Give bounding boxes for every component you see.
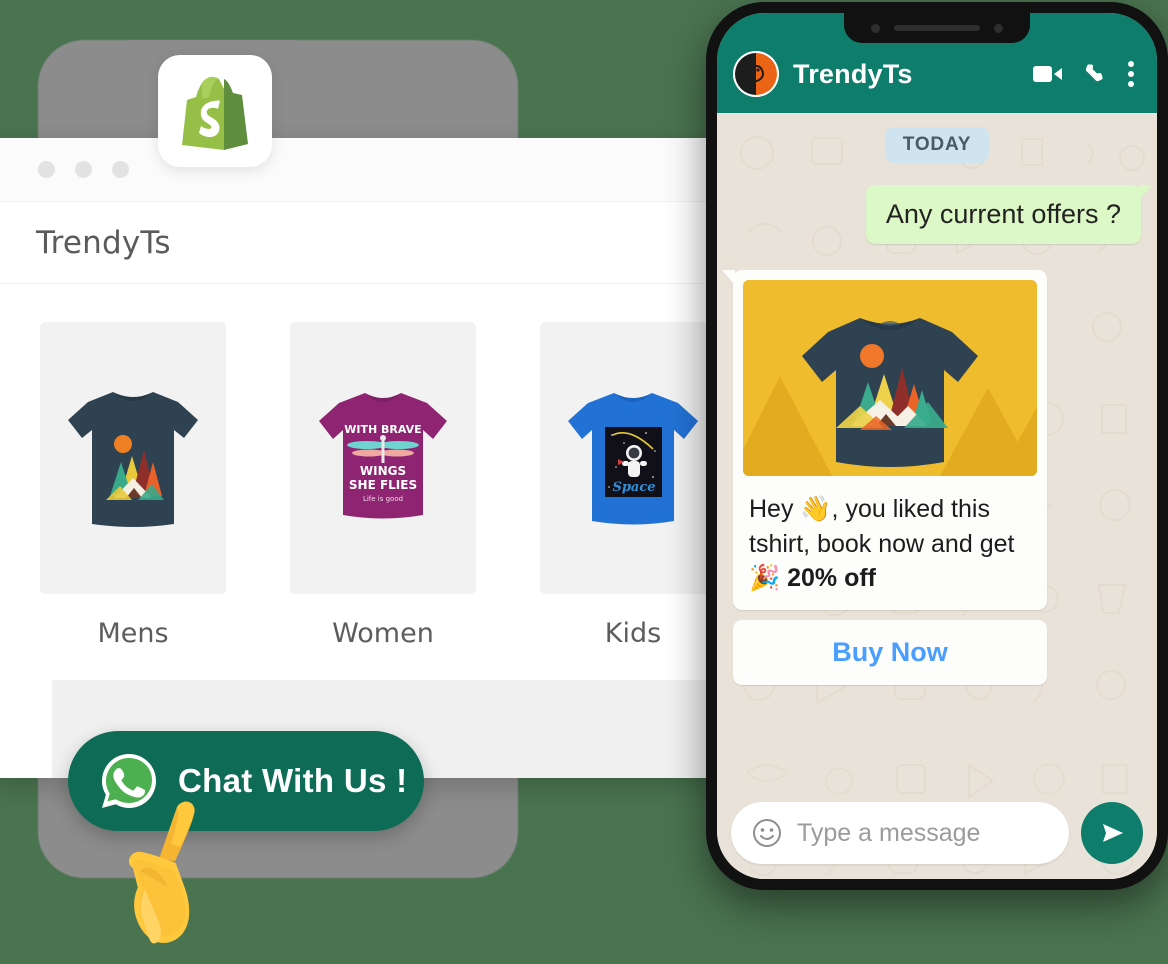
product-label-mens: Mens <box>97 618 169 649</box>
product-card-women[interactable]: WITH BRAVE WINGS SHE FLIES Life is good <box>290 322 476 649</box>
product-card-mens[interactable]: Mens <box>40 322 226 649</box>
avatar[interactable] <box>733 51 779 97</box>
video-call-icon[interactable] <box>1033 63 1063 85</box>
overflow-menu-icon[interactable] <box>1127 60 1135 88</box>
product-card-text: Hey 👋, you liked this tshirt, book now a… <box>743 476 1037 596</box>
send-button[interactable] <box>1081 802 1143 864</box>
svg-text:SHE FLIES: SHE FLIES <box>349 478 417 492</box>
browser-window: TrendyTs Mens WITH BRAVE WINGS SHE FLIES… <box>0 138 723 778</box>
svg-text:WINGS: WINGS <box>360 464 406 478</box>
message-input-bar: Type a message <box>717 787 1157 879</box>
product-label-women: Women <box>332 618 434 649</box>
card-discount-text: 20% off <box>787 564 876 592</box>
phone-notch <box>844 13 1030 43</box>
product-card-kids[interactable]: Space Kids <box>540 322 723 649</box>
product-label-kids: Kids <box>604 618 662 649</box>
phone-screen: TrendyTs TODAY Any current offers ? Hey … <box>717 13 1157 879</box>
page-title: TrendyTs <box>36 224 171 261</box>
message-row-outgoing: Any current offers ? <box>733 185 1153 244</box>
scene: TrendyTs Mens WITH BRAVE WINGS SHE FLIES… <box>0 0 1168 964</box>
notch-speaker-icon <box>894 25 980 31</box>
phone-device: TrendyTs TODAY Any current offers ? Hey … <box>706 2 1168 890</box>
buy-now-label: Buy Now <box>832 636 948 667</box>
shopify-logo-icon <box>182 76 248 150</box>
product-card-image <box>743 280 1037 476</box>
buy-now-button[interactable]: Buy Now <box>733 619 1047 685</box>
browser-titlebar <box>0 138 723 202</box>
notch-sensor-icon <box>994 23 1003 33</box>
date-divider-row: TODAY <box>733 127 1141 163</box>
store-header: TrendyTs <box>0 202 723 284</box>
voice-call-icon[interactable] <box>1083 62 1107 86</box>
window-dot-close-icon[interactable] <box>38 161 55 178</box>
message-input-placeholder: Type a message <box>797 818 981 847</box>
notch-camera-icon <box>871 23 880 33</box>
message-list: TODAY Any current offers ? Hey 👋, you li… <box>717 113 1157 685</box>
tshirt-kids-space-graphic: Space <box>568 392 698 524</box>
product-grid: Mens WITH BRAVE WINGS SHE FLIES Life is … <box>0 284 723 649</box>
product-image-mens <box>40 322 226 594</box>
tshirt-mens-mountain-graphic <box>68 392 198 527</box>
shopify-logo-tile <box>158 55 272 167</box>
contact-name: TrendyTs <box>793 58 913 89</box>
date-divider-badge: TODAY <box>884 127 990 163</box>
card-text-prefix: Hey <box>749 495 801 523</box>
svg-text:Life is good: Life is good <box>363 495 403 503</box>
send-icon <box>1103 824 1123 842</box>
product-card-bubble: Hey 👋, you liked this tshirt, book now a… <box>722 270 1047 610</box>
header-actions <box>1033 60 1139 88</box>
party-emoji-icon: 🎉 <box>749 564 781 592</box>
svg-text:Space: Space <box>612 480 655 495</box>
wave-emoji-icon: 👋 <box>800 495 832 523</box>
message-input[interactable]: Type a message <box>731 802 1069 864</box>
tshirt-product-photo <box>743 280 1037 476</box>
window-dot-maximize-icon[interactable] <box>112 161 129 178</box>
outgoing-message-bubble: Any current offers ? <box>865 185 1153 244</box>
product-card-message: Hey 👋, you liked this tshirt, book now a… <box>722 270 1047 685</box>
product-image-kids: Space <box>540 322 723 594</box>
product-image-women: WITH BRAVE WINGS SHE FLIES Life is good <box>290 322 476 594</box>
svg-text:WITH BRAVE: WITH BRAVE <box>344 423 421 436</box>
tshirt-women-dragonfly-graphic: WITH BRAVE WINGS SHE FLIES Life is good <box>319 393 447 519</box>
window-dot-minimize-icon[interactable] <box>75 161 92 178</box>
emoji-smiley-icon[interactable] <box>751 817 783 849</box>
chat-body[interactable]: TODAY Any current offers ? Hey 👋, you li… <box>717 113 1157 879</box>
